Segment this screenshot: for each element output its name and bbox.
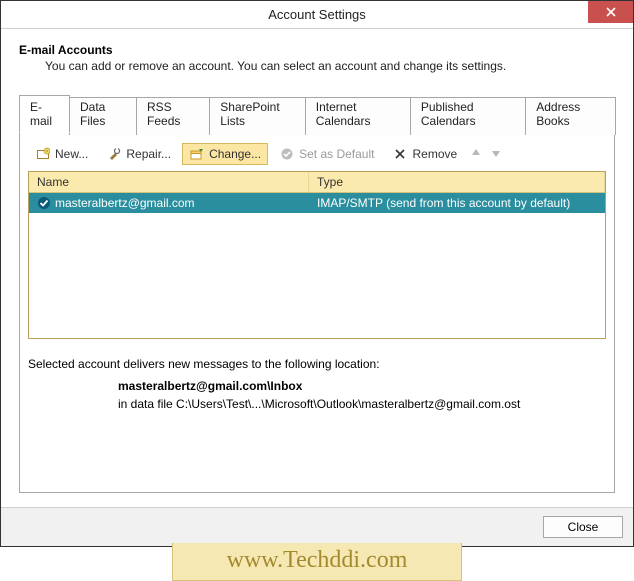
watermark: www.Techddi.com	[172, 543, 462, 581]
window-close-button[interactable]	[588, 1, 633, 23]
set-default-label: Set as Default	[299, 147, 374, 161]
tab-published-calendars[interactable]: Published Calendars	[410, 97, 526, 135]
tab-email[interactable]: E-mail	[19, 95, 70, 133]
account-settings-window: Account Settings E-mail Accounts You can…	[0, 0, 634, 547]
section-subtext: You can add or remove an account. You ca…	[45, 59, 615, 73]
change-label: Change...	[209, 147, 261, 161]
tab-data-files[interactable]: Data Files	[69, 97, 137, 135]
default-account-icon	[37, 196, 51, 210]
set-default-button[interactable]: Set as Default	[272, 143, 381, 165]
new-button[interactable]: New...	[28, 143, 95, 165]
tab-sharepoint-lists[interactable]: SharePoint Lists	[209, 97, 305, 135]
arrow-up-icon	[470, 147, 482, 159]
toolbar: New... Repair...	[28, 141, 606, 171]
location-block: Selected account delivers new messages t…	[28, 357, 606, 411]
content-area: E-mail Accounts You can add or remove an…	[1, 29, 633, 507]
close-button[interactable]: Close	[543, 516, 623, 538]
repair-icon	[106, 146, 122, 162]
new-label: New...	[55, 147, 88, 161]
new-icon	[35, 146, 51, 162]
remove-button[interactable]: Remove	[385, 143, 464, 165]
repair-button[interactable]: Repair...	[99, 143, 178, 165]
change-icon	[189, 146, 205, 162]
remove-icon	[392, 146, 408, 162]
change-button[interactable]: Change...	[182, 143, 268, 165]
table-body: masteralbertz@gmail.com IMAP/SMTP (send …	[29, 193, 605, 338]
tabs-container: E-mail Data Files RSS Feeds SharePoint L…	[19, 95, 615, 493]
cell-name: masteralbertz@gmail.com	[29, 193, 309, 213]
remove-label: Remove	[412, 147, 457, 161]
window-title: Account Settings	[1, 7, 633, 22]
tab-rss-feeds[interactable]: RSS Feeds	[136, 97, 210, 135]
location-path: masteralbertz@gmail.com\Inbox	[118, 379, 606, 393]
tab-address-books[interactable]: Address Books	[525, 97, 616, 135]
column-header-name[interactable]: Name	[29, 172, 309, 192]
titlebar: Account Settings	[1, 1, 633, 29]
tab-strip: E-mail Data Files RSS Feeds SharePoint L…	[19, 95, 615, 133]
column-header-type[interactable]: Type	[309, 172, 605, 192]
section-heading: E-mail Accounts	[19, 43, 615, 57]
dialog-footer: Close	[1, 507, 633, 546]
location-label: Selected account delivers new messages t…	[28, 357, 606, 371]
move-down-button[interactable]	[488, 147, 504, 162]
close-icon	[606, 7, 616, 17]
account-type: IMAP/SMTP (send from this account by def…	[317, 196, 570, 210]
set-default-icon	[279, 146, 295, 162]
accounts-table: Name Type	[28, 171, 606, 339]
repair-label: Repair...	[126, 147, 171, 161]
move-up-button[interactable]	[468, 147, 484, 162]
table-row[interactable]: masteralbertz@gmail.com IMAP/SMTP (send …	[29, 193, 605, 213]
account-name: masteralbertz@gmail.com	[55, 196, 195, 210]
table-header: Name Type	[29, 172, 605, 193]
tab-panel-email: New... Repair...	[19, 133, 615, 493]
cell-type: IMAP/SMTP (send from this account by def…	[309, 193, 605, 213]
location-file: in data file C:\Users\Test\...\Microsoft…	[118, 397, 606, 411]
arrow-down-icon	[490, 147, 502, 159]
tab-internet-calendars[interactable]: Internet Calendars	[305, 97, 411, 135]
